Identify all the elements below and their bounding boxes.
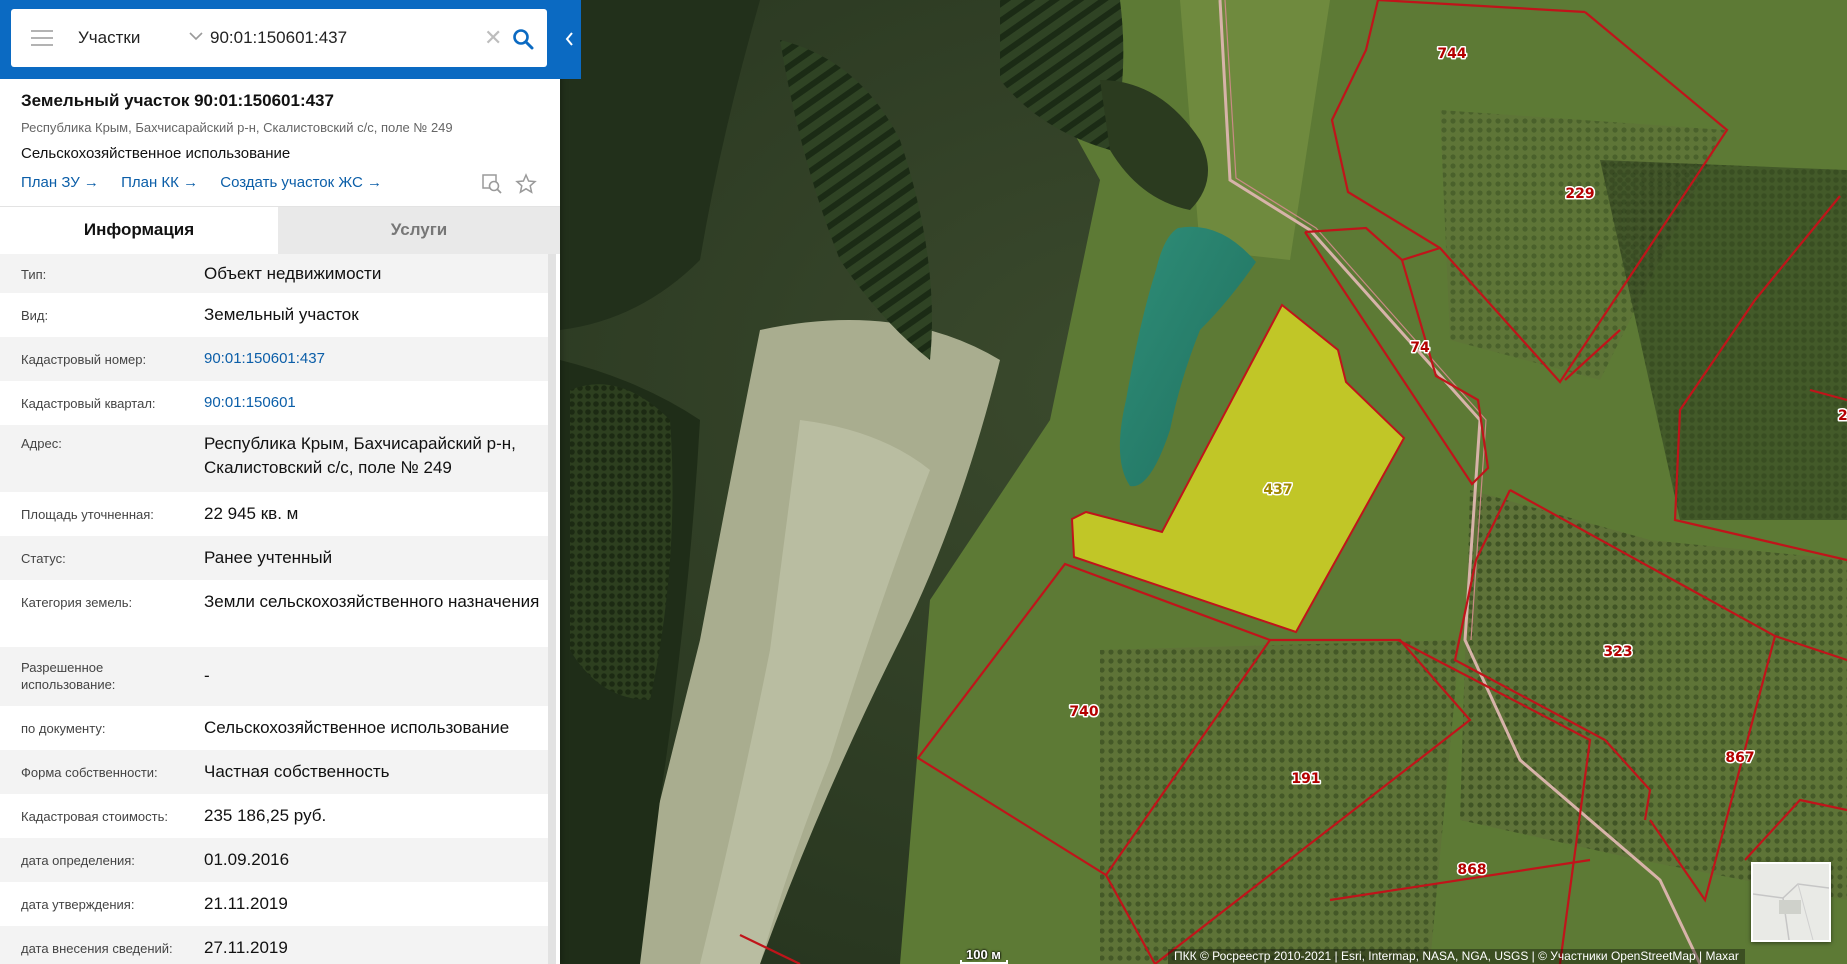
- clear-icon[interactable]: ✕: [484, 27, 502, 49]
- info-row-approval-date: дата утверждения: 21.11.2019: [0, 882, 548, 926]
- object-address: Республика Крым, Бахчисарайский р-н, Ска…: [21, 120, 453, 135]
- info-value: 27.11.2019: [204, 938, 288, 957]
- info-row-by-document: по документу: Сельскохозяйственное испол…: [0, 706, 548, 750]
- object-usage: Сельскохозяйственное использование: [21, 145, 291, 162]
- search-bar: Участки ✕: [0, 0, 581, 79]
- parcel-label-740: 740: [1069, 704, 1098, 720]
- info-row-cadastral-number: Кадастровый номер: 90:01:150601:437: [0, 337, 548, 381]
- info-value: Земли сельскохозяйственного назначения: [204, 592, 540, 611]
- info-value: -: [204, 666, 210, 685]
- parcel-label-867: 867: [1725, 750, 1754, 766]
- info-label: дата определения:: [21, 853, 135, 868]
- page-title: Земельный участок 90:01:150601:437: [21, 91, 334, 110]
- info-label: по документу:: [21, 721, 106, 736]
- star-icon[interactable]: [515, 173, 537, 195]
- info-value: Ранее учтенный: [204, 548, 333, 567]
- parcel-label-229: 229: [1565, 186, 1594, 202]
- info-label: Разрешенное использование:: [21, 660, 116, 692]
- info-row-cadastral-value: Кадастровая стоимость: 235 186,25 руб.: [0, 794, 548, 838]
- search-icon[interactable]: [512, 28, 534, 50]
- search-type-select[interactable]: Участки: [78, 28, 140, 48]
- info-value: Объект недвижимости: [204, 264, 382, 283]
- info-label: Кадастровый квартал:: [21, 396, 156, 411]
- info-value: 01.09.2016: [204, 850, 290, 869]
- info-label: Категория земель:: [21, 595, 133, 610]
- object-links: План ЗУ → План КК → Создать участок ЖС →: [21, 174, 400, 191]
- cadastral-number-link[interactable]: 90:01:150601:437: [204, 347, 546, 371]
- info-value: Республика Крым, Бахчисарайский р-н, Ска…: [204, 434, 516, 477]
- info-value: 22 945 кв. м: [204, 504, 299, 523]
- info-label: Вид:: [21, 308, 49, 323]
- info-row-cadastral-quarter: Кадастровый квартал: 90:01:150601: [0, 381, 548, 425]
- info-value: 235 186,25 руб.: [204, 806, 327, 825]
- cadastral-quarter-link[interactable]: 90:01:150601: [204, 391, 546, 415]
- info-row-entry-date: дата внесения сведений: 27.11.2019: [0, 926, 548, 964]
- scale-bar: [960, 960, 1008, 964]
- info-label: Кадастровый номер:: [21, 352, 147, 367]
- collapse-panel-button[interactable]: [559, 8, 581, 70]
- search-input[interactable]: [210, 28, 470, 48]
- parcel-label-74: 74: [1410, 340, 1430, 356]
- menu-icon[interactable]: [31, 30, 53, 46]
- parcel-label-744: 744: [1437, 46, 1466, 62]
- tab-services[interactable]: Услуги: [278, 207, 560, 254]
- tab-information[interactable]: Информация: [0, 207, 278, 254]
- info-label: дата утверждения:: [21, 897, 135, 912]
- info-row-determination-date: дата определения: 01.09.2016: [0, 838, 548, 882]
- minimap[interactable]: [1751, 862, 1831, 942]
- info-row-permitted-use: Разрешенное использование: -: [0, 647, 548, 706]
- panel-scrollbar[interactable]: [548, 254, 556, 964]
- info-value: Земельный участок: [204, 305, 359, 324]
- info-row-ownership: Форма собственности: Частная собственнос…: [0, 750, 548, 794]
- info-value: 21.11.2019: [204, 894, 288, 913]
- info-row-kind: Вид: Земельный участок: [0, 293, 548, 337]
- info-label: Статус:: [21, 551, 66, 566]
- info-label: Адрес:: [21, 436, 62, 451]
- parcel-label-24: 24: [1838, 408, 1847, 424]
- info-value: Частная собственность: [204, 762, 390, 781]
- info-label: Форма собственности:: [21, 765, 158, 780]
- map-attribution: ПКК © Росреестр 2010-2021 | Esri, Interm…: [1168, 949, 1745, 964]
- plan-kk-link[interactable]: План КК →: [121, 174, 198, 191]
- info-label: Площадь уточненная:: [21, 507, 154, 522]
- parcel-label-437: 437: [1263, 482, 1292, 498]
- info-label: Кадастровая стоимость:: [21, 809, 168, 824]
- info-row-status: Статус: Ранее учтенный: [0, 536, 548, 580]
- info-table: Тип: Объект недвижимости Вид: Земельный …: [0, 254, 560, 964]
- info-panel: Участки ✕ Земельный участок 90:01:150601…: [0, 0, 581, 964]
- search-box: Участки ✕: [11, 9, 547, 67]
- chevron-down-icon[interactable]: [189, 31, 203, 41]
- info-row-address: Адрес: Республика Крым, Бахчисарайский р…: [0, 425, 548, 492]
- object-header: Земельный участок 90:01:150601:437 Респу…: [0, 79, 560, 207]
- info-row-land-category: Категория земель: Земли сельскохозяйстве…: [0, 580, 548, 647]
- tab-bar: Информация Услуги: [0, 207, 560, 254]
- parcel-label-323: 323: [1603, 644, 1632, 660]
- plan-zu-link[interactable]: План ЗУ →: [21, 174, 99, 191]
- info-value: Сельскохозяйственное использование: [204, 718, 510, 737]
- minimap-roads: [1753, 883, 1829, 940]
- parcel-label-868: 868: [1457, 862, 1486, 878]
- zoom-to-object-icon[interactable]: [481, 173, 503, 195]
- parcel-label-191: 191: [1291, 771, 1320, 787]
- info-label: дата внесения сведений:: [21, 941, 173, 956]
- info-label: Тип:: [21, 267, 47, 282]
- create-zs-link[interactable]: Создать участок ЖС →: [220, 174, 382, 191]
- info-row-area: Площадь уточненная: 22 945 кв. м: [0, 492, 548, 536]
- info-row-type: Тип: Объект недвижимости: [0, 254, 548, 293]
